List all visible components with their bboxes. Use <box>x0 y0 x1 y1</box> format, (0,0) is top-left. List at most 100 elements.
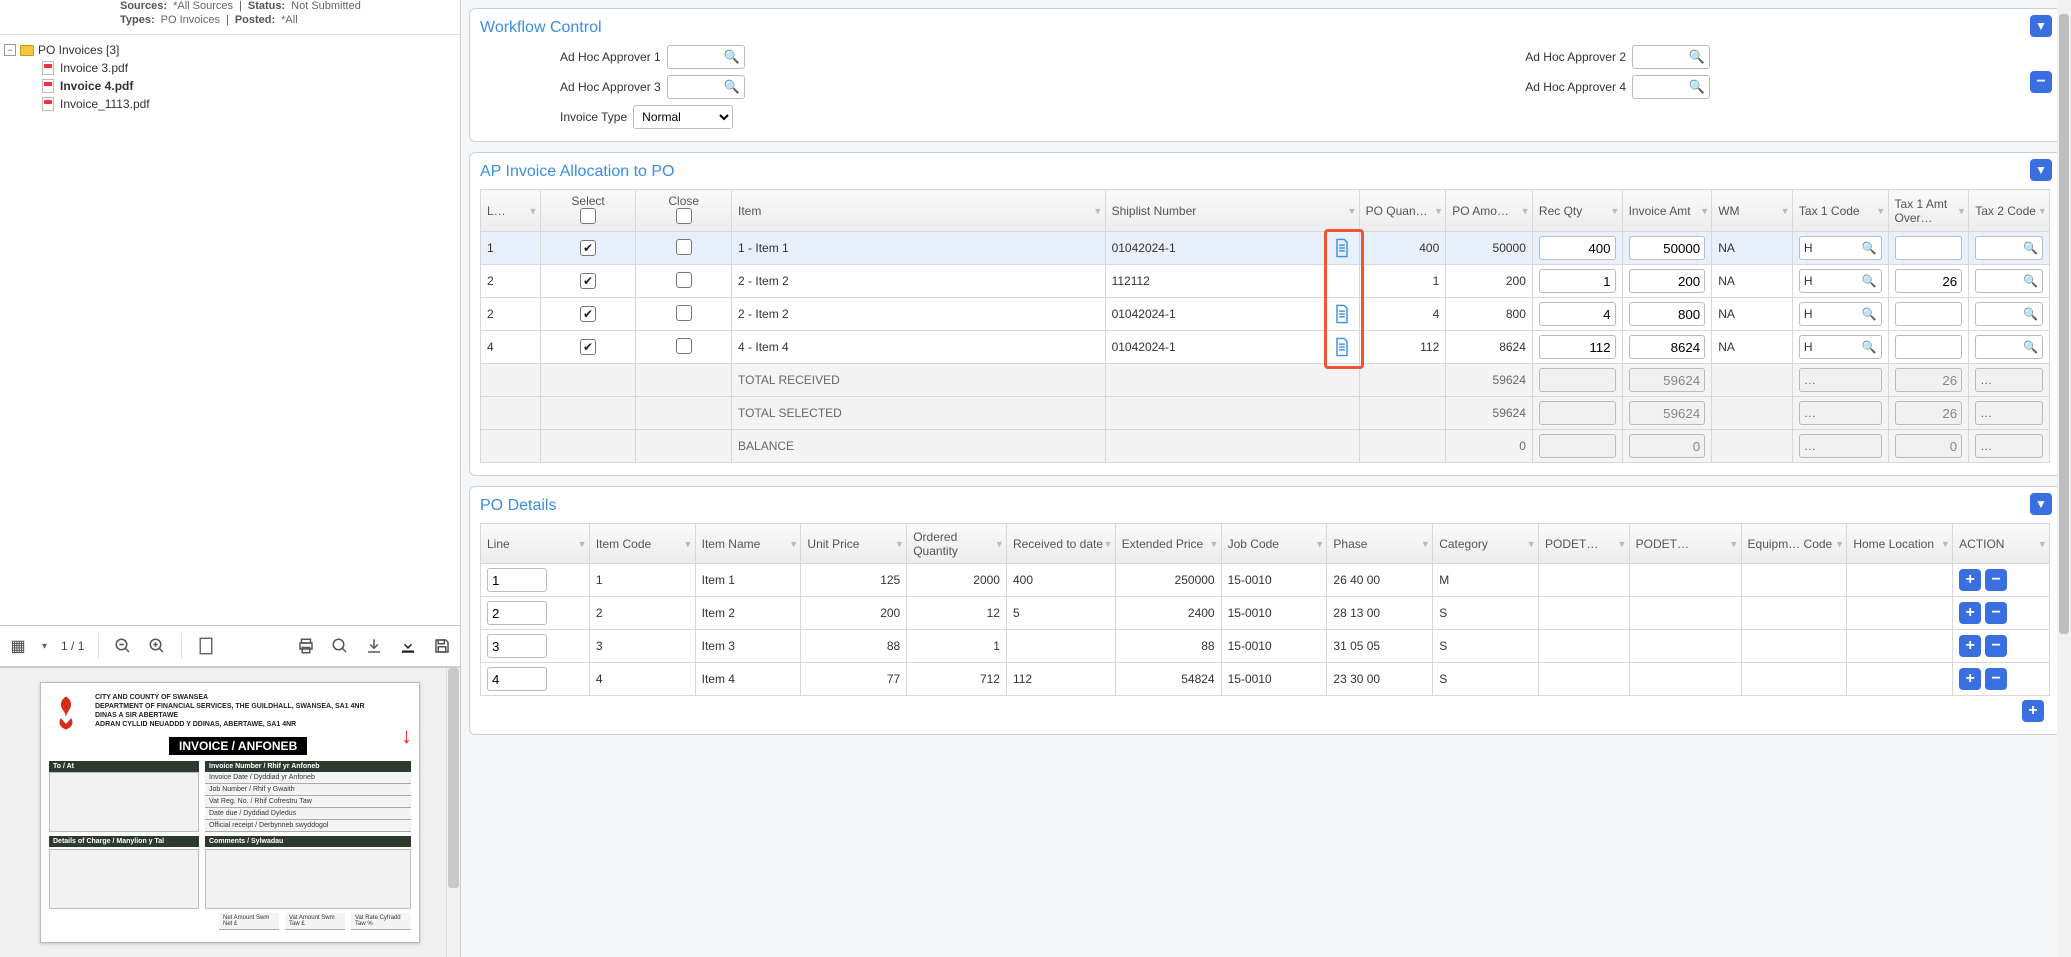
rec-qty-input[interactable] <box>1539 269 1616 293</box>
allocation-collapse-button[interactable]: ▼ <box>2030 159 2052 181</box>
close-checkbox[interactable] <box>676 239 692 255</box>
col-shiplist[interactable]: Shiplist Number▾ <box>1105 190 1359 232</box>
po-col-ord-qty[interactable]: Ordered Quantity▾ <box>907 524 1007 564</box>
col-tax1-over[interactable]: Tax 1 Amt Over…▾ <box>1888 190 1969 232</box>
tax1-select[interactable]: H🔍 <box>1799 302 1882 326</box>
workflow-collapse-button[interactable]: ▼ <box>2030 15 2052 37</box>
tree-collapse-icon[interactable]: − <box>4 44 16 56</box>
workflow-remove-button[interactable]: − <box>2030 71 2052 93</box>
fit-page-icon[interactable] <box>196 636 216 656</box>
tax1-override-input[interactable] <box>1895 269 1963 293</box>
select-checkbox[interactable] <box>580 339 596 355</box>
tax1-select[interactable]: H🔍 <box>1799 335 1882 359</box>
allocation-row[interactable]: 44 - Item 401042024-11128624NAH🔍🔍 <box>481 331 2050 364</box>
search-icon[interactable]: 🔍 <box>1689 79 1705 95</box>
col-po-amt[interactable]: PO Amo…▾ <box>1446 190 1533 232</box>
po-line-input[interactable] <box>487 667 547 691</box>
po-col-line[interactable]: Line▾ <box>481 524 590 564</box>
search-icon[interactable] <box>330 636 350 656</box>
po-col-category[interactable]: Category▾ <box>1433 524 1539 564</box>
po-col-item-code[interactable]: Item Code▾ <box>589 524 695 564</box>
close-all-checkbox[interactable] <box>676 208 692 224</box>
col-item[interactable]: Item▾ <box>732 190 1106 232</box>
search-icon[interactable]: 🔍 <box>724 49 740 65</box>
invoice-amt-input[interactable] <box>1629 335 1706 359</box>
document-icon[interactable] <box>1331 236 1353 260</box>
col-wm[interactable]: WM▾ <box>1712 190 1793 232</box>
po-col-home-loc[interactable]: Home Location▾ <box>1847 524 1953 564</box>
tax2-select[interactable]: 🔍 <box>1975 335 2043 359</box>
tax2-select[interactable]: 🔍 <box>1975 236 2043 260</box>
close-checkbox[interactable] <box>676 305 692 321</box>
tree-file[interactable]: Invoice_1113.pdf <box>4 95 456 113</box>
download-icon[interactable] <box>364 636 384 656</box>
document-icon[interactable] <box>1331 302 1353 326</box>
col-tax2[interactable]: Tax 2 Code▾ <box>1969 190 2050 232</box>
po-line-input[interactable] <box>487 601 547 625</box>
rec-qty-input[interactable] <box>1539 302 1616 326</box>
tax2-select[interactable]: 🔍 <box>1975 269 2043 293</box>
search-icon[interactable]: 🔍 <box>1689 49 1705 65</box>
remove-row-button[interactable]: − <box>1985 569 2007 591</box>
tax1-override-input[interactable] <box>1895 335 1963 359</box>
po-col-podet1[interactable]: PODET…▾ <box>1538 524 1629 564</box>
allocation-row[interactable]: 22 - Item 21121121200NAH🔍🔍 <box>481 265 2050 298</box>
close-checkbox[interactable] <box>676 272 692 288</box>
invoice-amt-input[interactable] <box>1629 269 1706 293</box>
po-row[interactable]: 3Item 38818815-001031 05 05S+− <box>481 630 2050 663</box>
remove-row-button[interactable]: − <box>1985 635 2007 657</box>
thumbnails-icon[interactable]: ▦ <box>8 636 28 656</box>
add-row-button[interactable]: + <box>1959 635 1981 657</box>
download-solid-icon[interactable] <box>398 636 418 656</box>
add-row-button[interactable]: + <box>1959 569 1981 591</box>
po-line-input[interactable] <box>487 634 547 658</box>
col-select[interactable]: Select <box>540 190 636 232</box>
tax1-select[interactable]: H🔍 <box>1799 236 1882 260</box>
tax1-select[interactable]: H🔍 <box>1799 269 1882 293</box>
allocation-row[interactable]: 22 - Item 201042024-14800NAH🔍🔍 <box>481 298 2050 331</box>
po-col-ext-price[interactable]: Extended Price▾ <box>1115 524 1221 564</box>
close-checkbox[interactable] <box>676 338 692 354</box>
select-checkbox[interactable] <box>580 306 596 322</box>
invoice-amt-input[interactable] <box>1629 236 1706 260</box>
tax1-override-input[interactable] <box>1895 236 1963 260</box>
tree-file[interactable]: Invoice 4.pdf <box>4 77 456 95</box>
po-row[interactable]: 1Item 1125200040025000015-001026 40 00M+… <box>481 564 2050 597</box>
select-checkbox[interactable] <box>580 240 596 256</box>
po-row[interactable]: 4Item 4777121125482415-001023 30 00S+− <box>481 663 2050 696</box>
rec-qty-input[interactable] <box>1539 236 1616 260</box>
add-po-line-button[interactable]: + <box>2022 700 2044 722</box>
select-checkbox[interactable] <box>580 273 596 289</box>
remove-row-button[interactable]: − <box>1985 602 2007 624</box>
approver3-input[interactable]: 🔍 <box>667 75 745 99</box>
invoice-amt-input[interactable] <box>1629 302 1706 326</box>
approver1-input[interactable]: 🔍 <box>667 45 745 69</box>
search-icon[interactable]: 🔍 <box>724 79 740 95</box>
zoom-in-icon[interactable] <box>147 636 167 656</box>
po-row[interactable]: 2Item 2200125240015-001028 13 00S+− <box>481 597 2050 630</box>
document-icon[interactable] <box>1331 335 1353 359</box>
po-details-collapse-button[interactable]: ▼ <box>2030 493 2052 515</box>
po-col-equip[interactable]: Equipm… Code▾ <box>1741 524 1847 564</box>
po-col-unit-price[interactable]: Unit Price▾ <box>801 524 907 564</box>
add-row-button[interactable]: + <box>1959 668 1981 690</box>
tree-folder-po-invoices[interactable]: − PO Invoices [3] <box>4 41 456 59</box>
approver2-input[interactable]: 🔍 <box>1632 45 1710 69</box>
po-col-job-code[interactable]: Job Code▾ <box>1221 524 1327 564</box>
right-scrollbar[interactable] <box>2057 0 2071 957</box>
col-tax1[interactable]: Tax 1 Code▾ <box>1792 190 1888 232</box>
invoice-type-select[interactable]: Normal <box>633 105 733 129</box>
col-inv-amt[interactable]: Invoice Amt▾ <box>1622 190 1712 232</box>
po-col-phase[interactable]: Phase▾ <box>1327 524 1433 564</box>
add-row-button[interactable]: + <box>1959 602 1981 624</box>
toolbar-dropdown-icon[interactable]: ▾ <box>42 641 47 652</box>
col-po-qty[interactable]: PO Quan…▾ <box>1359 190 1446 232</box>
col-l[interactable]: L…▾ <box>481 190 541 232</box>
tree-file[interactable]: Invoice 3.pdf <box>4 59 456 77</box>
zoom-out-icon[interactable] <box>113 636 133 656</box>
col-rec-qty[interactable]: Rec Qty▾ <box>1532 190 1622 232</box>
save-icon[interactable] <box>432 636 452 656</box>
po-col-received[interactable]: Received to date▾ <box>1006 524 1115 564</box>
approver4-input[interactable]: 🔍 <box>1632 75 1710 99</box>
rec-qty-input[interactable] <box>1539 335 1616 359</box>
